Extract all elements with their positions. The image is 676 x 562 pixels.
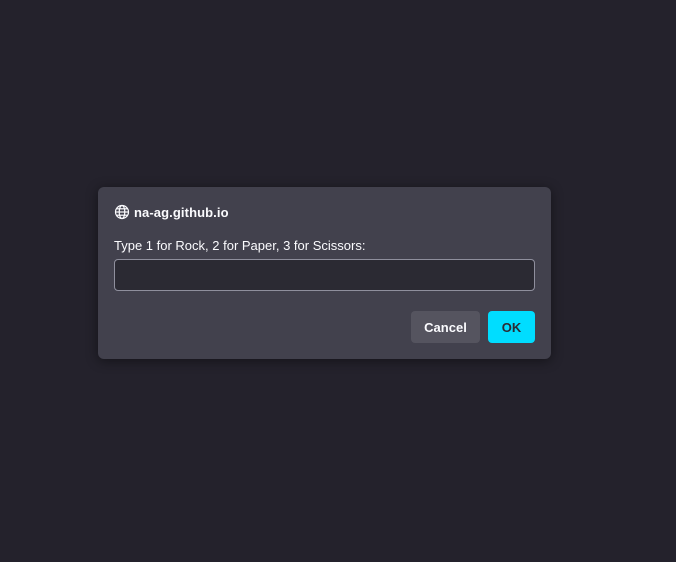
prompt-input[interactable]	[114, 259, 535, 291]
globe-icon	[114, 204, 130, 220]
cancel-button[interactable]: Cancel	[411, 311, 480, 343]
dialog-origin: na-ag.github.io	[134, 204, 229, 220]
dialog-message: Type 1 for Rock, 2 for Paper, 3 for Scis…	[114, 238, 366, 253]
prompt-dialog: na-ag.github.io Type 1 for Rock, 2 for P…	[98, 187, 551, 359]
dialog-header: na-ag.github.io	[114, 203, 229, 221]
ok-button[interactable]: OK	[488, 311, 535, 343]
